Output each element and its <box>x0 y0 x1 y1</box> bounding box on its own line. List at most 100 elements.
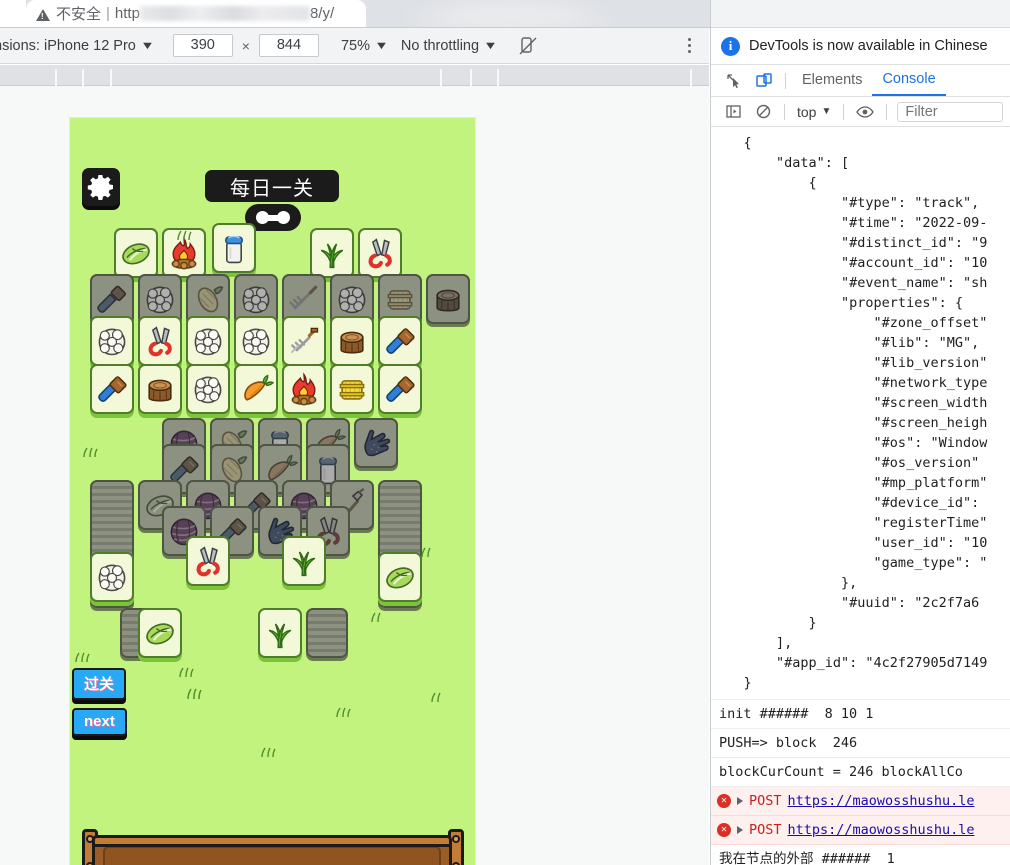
console-error-row[interactable]: ✕ POST https://maowosshushu.le <box>711 816 1010 845</box>
clear-console-icon[interactable] <box>748 99 778 125</box>
game-tile-wool[interactable] <box>234 316 278 366</box>
chevron-down-icon: ▼ <box>140 40 155 52</box>
console-log-row[interactable]: 我在节点的外部 ###### 1 <box>711 845 1010 865</box>
tab-console[interactable]: Console <box>872 65 945 96</box>
devtools-panel: i DevTools is now available in Chinese E… <box>710 0 1010 865</box>
console-error-row[interactable]: ✕POST https://maowosshushu.le <box>711 787 1010 816</box>
console-filter-input[interactable]: Filter <box>897 102 1003 122</box>
game-tile-cabbage[interactable] <box>114 228 158 278</box>
console-log-row[interactable]: blockCurCount = 246 blockAllCo <box>711 758 1010 787</box>
game-tile-mallet[interactable] <box>90 364 134 414</box>
pass-level-button[interactable]: 过关 <box>72 668 126 700</box>
game-tile-grass[interactable] <box>258 608 302 658</box>
tray-inner <box>103 846 441 865</box>
game-tile-fire[interactable] <box>282 364 326 414</box>
tab-elements[interactable]: Elements <box>792 66 872 95</box>
game-tile-grass[interactable] <box>310 228 354 278</box>
http-method: POST <box>749 791 782 811</box>
info-icon: i <box>721 37 740 56</box>
device-preset-label: nsions: iPhone 12 Pro <box>0 38 136 54</box>
game-screen[interactable]: 每日一关 过关 next <box>70 118 475 865</box>
game-tile-wool[interactable] <box>186 364 230 414</box>
device-emulation-toolbar: nsions: iPhone 12 Pro ▼ 390 × 844 75% ▼ … <box>0 28 709 64</box>
game-tile-mallet[interactable] <box>378 316 422 366</box>
device-toolbar-menu-icon[interactable] <box>688 38 691 53</box>
console-log-row[interactable]: init ###### 8 10 1 <box>711 700 1010 729</box>
device-toolbar-icon[interactable] <box>749 68 779 94</box>
http-method: POST <box>749 820 782 840</box>
throttling-label: No throttling <box>401 38 479 54</box>
devtools-tabbar: Elements Console <box>711 65 1010 97</box>
devtools-language-banner: i DevTools is now available in Chinese <box>711 28 1010 65</box>
screenshot-root: 不安全 | http 8/y/ nsions: iPhone 12 Pro ▼ … <box>0 0 1010 865</box>
game-tile-hay[interactable] <box>330 364 374 414</box>
device-preset-select[interactable]: nsions: iPhone 12 Pro ▼ <box>0 38 153 54</box>
console-output[interactable]: { "data": [ { "#type": "track", "#time":… <box>711 127 1010 865</box>
banner-text: DevTools is now available in Chinese <box>749 38 988 54</box>
game-tile-wool[interactable] <box>90 552 134 602</box>
game-tile-wool[interactable] <box>90 316 134 366</box>
zoom-level-label: 75% <box>341 38 370 54</box>
url-prefix: http <box>115 5 140 22</box>
viewport-ruler <box>0 65 709 86</box>
expand-arrow-icon[interactable] <box>737 797 743 805</box>
game-tile-shears[interactable] <box>358 228 402 278</box>
not-secure-warning-icon <box>36 9 50 21</box>
game-tile-cabbage[interactable] <box>378 552 422 602</box>
game-tile-stump <box>426 274 470 324</box>
viewport-width-input[interactable]: 390 <box>173 34 233 57</box>
toolbar-separator <box>886 104 887 120</box>
game-tile-pitchfork[interactable] <box>282 316 326 366</box>
expand-arrow-icon[interactable] <box>737 826 743 834</box>
zoom-select[interactable]: 75% ▼ <box>341 38 387 54</box>
execution-context-select[interactable]: top ▼ <box>791 104 837 120</box>
redacted-url-region <box>140 6 310 21</box>
game-tile-stump[interactable] <box>330 316 374 366</box>
game-tile-glove <box>354 418 398 468</box>
chevron-down-icon: ▼ <box>821 106 831 117</box>
toolbar-separator <box>784 104 785 120</box>
browser-tab[interactable]: 不安全 | http 8/y/ <box>26 0 366 27</box>
game-tile-shears[interactable] <box>186 536 230 586</box>
url-suffix: 8/y/ <box>310 5 334 22</box>
game-tile-grass[interactable] <box>282 536 326 586</box>
dimension-times-symbol: × <box>242 38 250 54</box>
next-button[interactable]: next <box>72 708 127 736</box>
viewport-height-input[interactable]: 844 <box>259 34 319 57</box>
rotate-device-icon[interactable] <box>518 36 538 56</box>
throttling-select[interactable]: No throttling ▼ <box>401 38 496 54</box>
game-tile-mallet[interactable] <box>378 364 422 414</box>
tile-stack <box>306 608 348 658</box>
privacy-blur-overlay <box>400 0 620 27</box>
error-icon: ✕ <box>717 794 731 808</box>
not-secure-label: 不安全 <box>56 3 101 24</box>
chevron-down-icon: ▼ <box>483 40 498 52</box>
request-url: https://maowosshushu.le <box>788 820 975 840</box>
toolbar-separator <box>785 73 786 89</box>
game-tile-cabbage[interactable] <box>138 608 182 658</box>
url-separator: | <box>106 5 110 22</box>
tile-board[interactable] <box>70 118 475 865</box>
devtools-top-filler <box>711 0 1010 28</box>
inspect-element-icon[interactable] <box>719 68 749 94</box>
live-expression-icon[interactable] <box>850 99 880 125</box>
execution-context-label: top <box>797 104 816 120</box>
console-log-row[interactable]: PUSH=> block 246 <box>711 729 1010 758</box>
chevron-down-icon: ▼ <box>374 40 389 52</box>
console-toolbar: top ▼ Filter <box>711 97 1010 127</box>
game-tile-milk[interactable] <box>212 223 256 273</box>
console-json-message[interactable]: { "data": [ { "#type": "track", "#time":… <box>711 127 1010 700</box>
console-rows: init ###### 8 10 1PUSH=> block 246blockC… <box>711 700 1010 865</box>
tab-left-edge <box>0 0 26 27</box>
game-tile-shears[interactable] <box>138 316 182 366</box>
game-tile-stump[interactable] <box>138 364 182 414</box>
game-tile-carrot[interactable] <box>234 364 278 414</box>
error-icon: ✕ <box>717 823 731 837</box>
toolbar-separator <box>843 104 844 120</box>
tray-top-rail <box>92 835 452 847</box>
console-sidebar-icon[interactable] <box>718 99 748 125</box>
emulated-viewport: 每日一关 过关 next <box>0 86 709 865</box>
game-tile-fire[interactable] <box>162 228 206 278</box>
inventory-tray[interactable] <box>70 823 475 865</box>
game-tile-wool[interactable] <box>186 316 230 366</box>
